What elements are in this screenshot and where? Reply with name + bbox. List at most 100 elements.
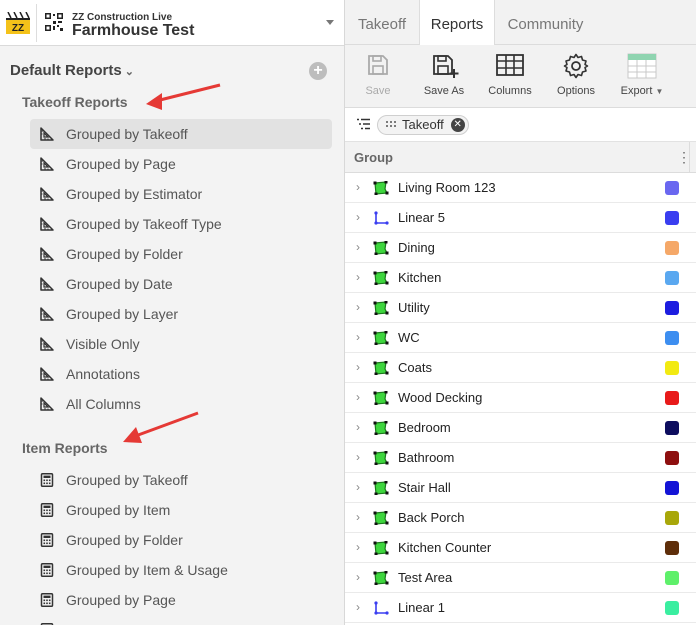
table-row[interactable]: › Dining	[345, 233, 696, 263]
takeoff-report-icon	[40, 277, 54, 291]
report-item[interactable]: Grouped by Takeoff	[30, 465, 332, 495]
color-swatch[interactable]	[665, 241, 679, 255]
takeoff-report-icon	[40, 127, 54, 141]
expand-chevron-icon[interactable]: ›	[356, 390, 360, 404]
project-dropdown-icon[interactable]	[326, 20, 334, 25]
table-row[interactable]: › Stair Hall	[345, 473, 696, 503]
plus-circle-icon[interactable]: +	[309, 62, 327, 80]
report-item-clipped[interactable]	[30, 615, 332, 625]
color-swatch[interactable]	[665, 301, 679, 315]
table-row[interactable]: › Bathroom	[345, 443, 696, 473]
header-divider	[36, 4, 37, 42]
drag-handle-icon[interactable]	[385, 120, 397, 130]
tab-reports[interactable]: Reports	[419, 0, 495, 46]
color-swatch[interactable]	[665, 571, 679, 585]
reports-sidebar: ZZ ZZ Construction Live Farmhouse Test D…	[0, 0, 345, 625]
table-row[interactable]: › Back Porch	[345, 503, 696, 533]
table-row[interactable]: › Utility	[345, 293, 696, 323]
calculator-icon	[40, 593, 54, 607]
group-column-header[interactable]: Group	[354, 150, 393, 165]
columns-button[interactable]: Columns	[483, 45, 537, 108]
color-swatch[interactable]	[665, 391, 679, 405]
options-button[interactable]: Options	[549, 45, 603, 108]
column-divider	[689, 142, 690, 173]
report-item[interactable]: Grouped by Estimator	[30, 179, 332, 209]
report-item-label: Visible Only	[66, 336, 140, 352]
default-reports-dropdown[interactable]: Default Reports ⌄	[10, 62, 134, 79]
expand-chevron-icon[interactable]: ›	[356, 510, 360, 524]
expand-chevron-icon[interactable]: ›	[356, 180, 360, 194]
table-row[interactable]: › Kitchen	[345, 263, 696, 293]
tab-takeoff[interactable]: Takeoff	[345, 0, 419, 45]
expand-chevron-icon[interactable]: ›	[356, 360, 360, 374]
project-header[interactable]: ZZ ZZ Construction Live Farmhouse Test	[0, 0, 344, 46]
table-row[interactable]: › Kitchen Counter	[345, 533, 696, 563]
report-item[interactable]: Grouped by Folder	[30, 239, 332, 269]
close-icon[interactable]: ✕	[450, 118, 465, 132]
color-swatch[interactable]	[665, 331, 679, 345]
save-as-button[interactable]: Save As	[417, 45, 471, 108]
expand-chevron-icon[interactable]: ›	[356, 300, 360, 314]
report-item[interactable]: Grouped by Layer	[30, 299, 332, 329]
table-row[interactable]: › Coats	[345, 353, 696, 383]
expand-chevron-icon[interactable]: ›	[356, 600, 360, 614]
area-takeoff-icon	[373, 481, 389, 495]
table-row[interactable]: › Test Area	[345, 563, 696, 593]
area-takeoff-icon	[373, 241, 389, 255]
expand-chevron-icon[interactable]: ›	[356, 210, 360, 224]
table-row[interactable]: › Linear 5	[345, 203, 696, 233]
report-item[interactable]: Grouped by Page	[30, 585, 332, 615]
columns-label: Columns	[488, 85, 532, 97]
report-item[interactable]: Annotations	[30, 359, 332, 389]
color-swatch[interactable]	[665, 541, 679, 555]
takeoff-name: Utility	[398, 300, 430, 315]
report-item[interactable]: Grouped by Item	[30, 495, 332, 525]
color-swatch[interactable]	[665, 421, 679, 435]
area-takeoff-icon	[373, 541, 389, 555]
expand-chevron-icon[interactable]: ›	[356, 420, 360, 434]
color-swatch[interactable]	[665, 211, 679, 225]
expand-chevron-icon[interactable]: ›	[356, 570, 360, 584]
takeoff-name: Kitchen	[398, 270, 442, 285]
save-button[interactable]: Save	[351, 45, 405, 108]
expand-chevron-icon[interactable]: ›	[356, 270, 360, 284]
color-swatch[interactable]	[665, 601, 679, 615]
color-swatch[interactable]	[665, 361, 679, 375]
table-row[interactable]: › Living Room 123	[345, 173, 696, 203]
area-takeoff-icon	[373, 421, 389, 435]
table-row[interactable]: › Wood Decking	[345, 383, 696, 413]
report-item[interactable]: Grouped by Takeoff	[30, 119, 332, 149]
color-swatch[interactable]	[665, 271, 679, 285]
report-item[interactable]: Grouped by Item & Usage	[30, 555, 332, 585]
save-as-label: Save As	[423, 85, 465, 97]
report-item-label: Grouped by Estimator	[66, 186, 203, 202]
report-item[interactable]: Grouped by Page	[30, 149, 332, 179]
table-row[interactable]: › WC	[345, 323, 696, 353]
expand-chevron-icon[interactable]: ›	[356, 540, 360, 554]
table-row[interactable]: › Bedroom	[345, 413, 696, 443]
report-item[interactable]: Grouped by Takeoff Type	[30, 209, 332, 239]
report-item[interactable]: Visible Only	[30, 329, 332, 359]
tab-community[interactable]: Community	[495, 0, 596, 45]
expand-chevron-icon[interactable]: ›	[356, 450, 360, 464]
expand-chevron-icon[interactable]: ›	[356, 330, 360, 344]
column-menu-icon[interactable]: ⋮	[677, 150, 691, 164]
report-item[interactable]: Grouped by Date	[30, 269, 332, 299]
report-item[interactable]: Grouped by Folder	[30, 525, 332, 555]
expand-chevron-icon[interactable]: ›	[356, 480, 360, 494]
color-swatch[interactable]	[665, 511, 679, 525]
color-swatch[interactable]	[665, 181, 679, 195]
area-takeoff-icon	[373, 511, 389, 525]
list-icon[interactable]	[357, 118, 370, 130]
expand-chevron-icon[interactable]: ›	[356, 240, 360, 254]
color-swatch[interactable]	[665, 481, 679, 495]
linear-takeoff-icon	[374, 211, 389, 225]
reports-panel: Takeoff Reports Community Save Save As C…	[345, 0, 696, 625]
table-row[interactable]: › Linear 1	[345, 593, 696, 623]
export-button[interactable]: Export ▼	[613, 45, 671, 108]
takeoff-name: Bathroom	[398, 450, 455, 465]
color-swatch[interactable]	[665, 451, 679, 465]
takeoff-name: Bedroom	[398, 420, 451, 435]
group-chip[interactable]: Takeoff ✕	[377, 115, 469, 135]
area-takeoff-icon	[373, 391, 389, 405]
